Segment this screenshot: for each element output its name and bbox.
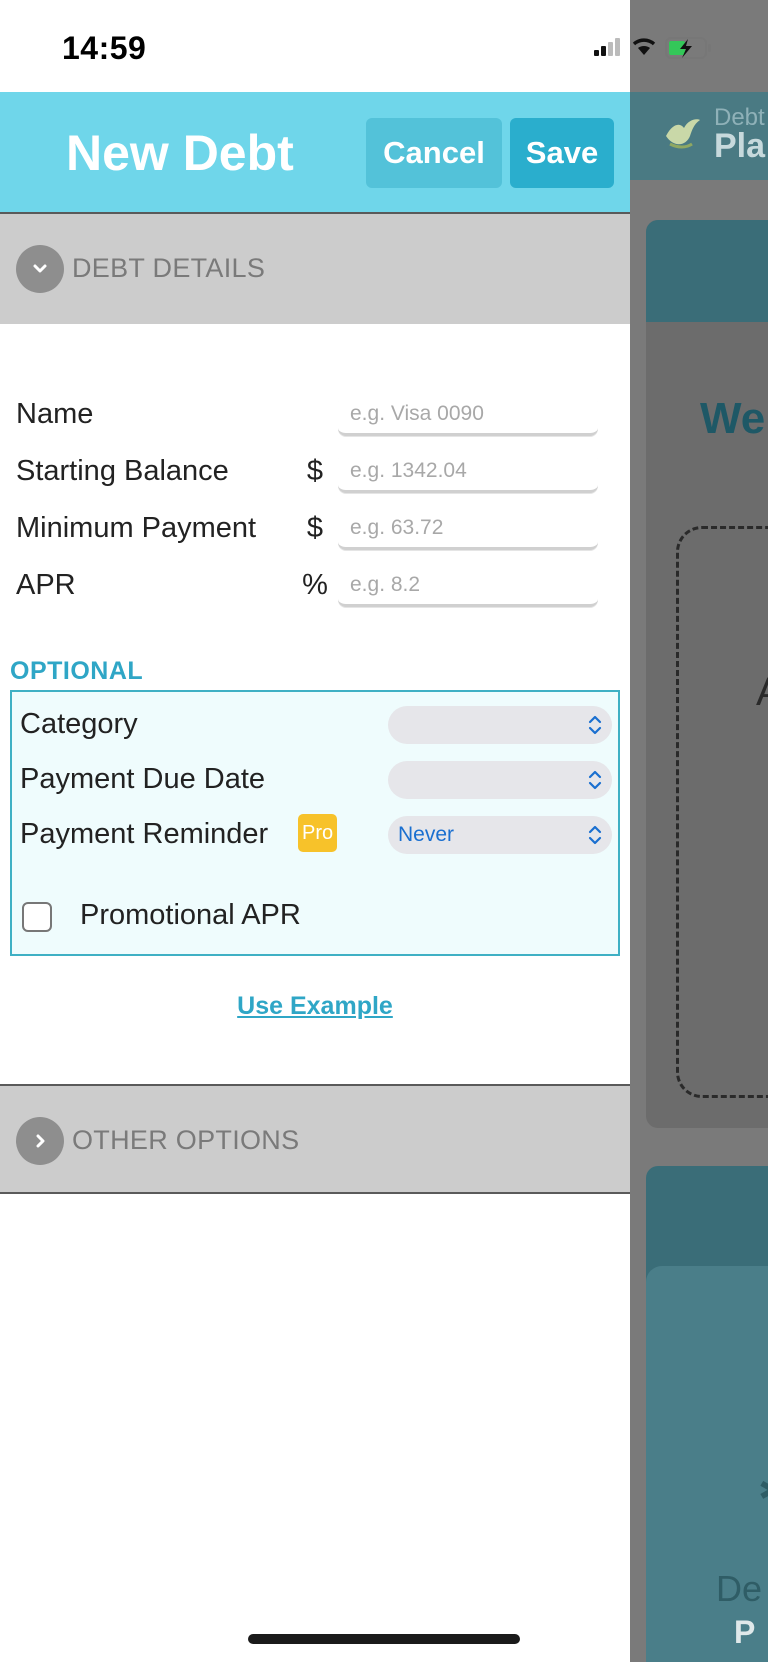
other-options-section-header[interactable]: OTHER OPTIONS — [0, 1084, 630, 1194]
cellular-signal-icon — [594, 38, 620, 56]
reminder-label: Payment Reminder — [20, 818, 269, 850]
optional-box: Category Payment Due Date Payment Remind… — [10, 690, 620, 956]
apr-row: APR % — [0, 565, 630, 615]
background-gear-icon: ✱ — [758, 1470, 768, 1512]
reminder-select[interactable]: Never — [388, 816, 612, 854]
save-button[interactable]: Save — [510, 118, 614, 188]
promotional-apr-checkbox[interactable] — [22, 902, 52, 932]
background-card-header — [646, 220, 768, 322]
category-row: Category — [12, 706, 618, 748]
other-options-label: OTHER OPTIONS — [72, 1125, 300, 1155]
chevron-up-down-icon — [588, 825, 602, 845]
chevron-up-down-icon — [588, 715, 602, 735]
dove-logo-icon — [666, 119, 700, 149]
minimum-payment-label: Minimum Payment — [16, 512, 257, 544]
chevron-down-icon[interactable] — [16, 245, 64, 293]
status-icons — [594, 37, 711, 59]
chevron-up-down-icon — [588, 770, 602, 790]
wifi-icon — [632, 38, 656, 55]
due-date-select[interactable] — [388, 761, 612, 799]
due-date-row: Payment Due Date — [12, 761, 618, 803]
background-bottom-text-1: De — [716, 1568, 763, 1609]
due-date-label: Payment Due Date — [20, 763, 266, 795]
status-bar: 14:59 — [0, 0, 630, 92]
apr-input[interactable] — [338, 565, 598, 607]
category-label: Category — [20, 708, 138, 740]
promotional-apr-label[interactable]: Promotional APR — [80, 899, 301, 932]
minimum-payment-unit: $ — [306, 512, 324, 544]
apr-label: APR — [16, 569, 76, 601]
name-row: Name — [0, 394, 630, 444]
cancel-button[interactable]: Cancel — [366, 118, 502, 188]
background-letter: A — [756, 670, 768, 715]
new-debt-panel: New Debt Cancel Save DEBT DETAILS Name S… — [0, 92, 630, 1662]
debt-details-section-header[interactable]: DEBT DETAILS — [0, 214, 630, 324]
debt-details-label: DEBT DETAILS — [72, 253, 266, 283]
minimum-payment-row: Minimum Payment $ — [0, 508, 630, 558]
reminder-select-value: Never — [398, 823, 455, 846]
name-label: Name — [16, 398, 94, 430]
starting-balance-label: Starting Balance — [16, 455, 229, 487]
status-time: 14:59 — [62, 30, 147, 66]
starting-balance-input[interactable] — [338, 451, 598, 493]
pro-badge: Pro — [298, 814, 338, 852]
optional-heading: OPTIONAL — [10, 657, 144, 685]
background-welcome-text: We — [700, 394, 766, 443]
background-logo-bottom: Pla — [714, 127, 766, 165]
use-example-link[interactable]: Use Example — [0, 992, 630, 1021]
battery-charging-icon — [665, 37, 711, 59]
page-title: New Debt — [66, 125, 294, 181]
name-input[interactable] — [338, 394, 598, 436]
background-dashed-box — [676, 526, 768, 1098]
chevron-right-icon[interactable] — [16, 1117, 64, 1165]
reminder-row: Payment Reminder Pro Never — [12, 814, 618, 858]
background-bottom-text-2: P — [734, 1614, 756, 1650]
home-indicator — [248, 1634, 520, 1644]
minimum-payment-input[interactable] — [338, 508, 598, 550]
starting-balance-row: Starting Balance $ — [0, 451, 630, 501]
starting-balance-unit: $ — [306, 455, 324, 487]
category-select[interactable] — [388, 706, 612, 744]
panel-header: New Debt Cancel Save — [0, 92, 630, 214]
apr-unit: % — [302, 569, 328, 601]
